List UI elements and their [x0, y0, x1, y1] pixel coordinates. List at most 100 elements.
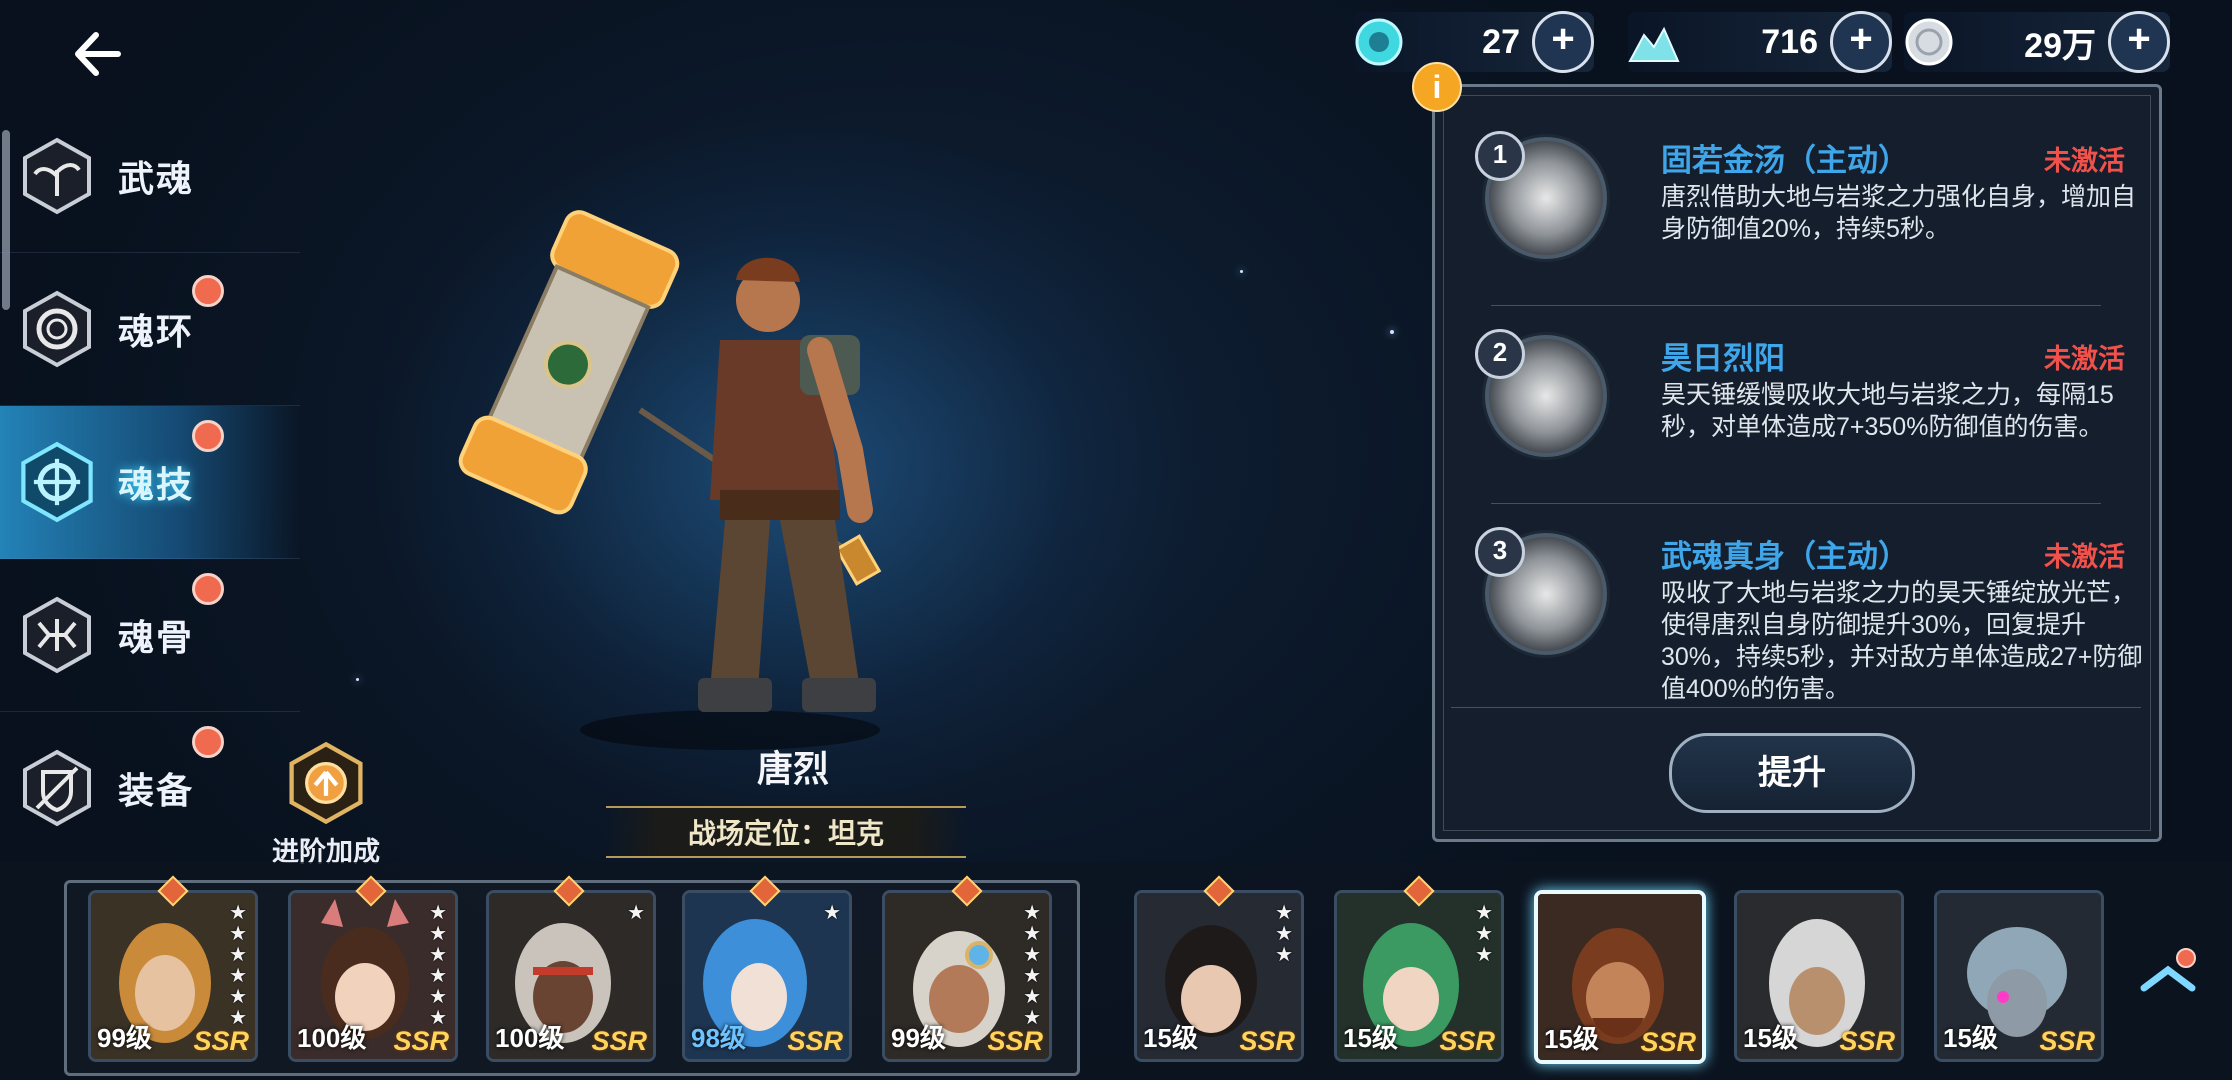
rarity-badge: SSR [787, 1026, 843, 1056]
hero-card-selected[interactable]: 15级 SSR [1534, 890, 1706, 1064]
background-star [1240, 270, 1243, 273]
hero-level: 100级 [495, 1023, 565, 1053]
divider [1451, 707, 2141, 708]
nav-item-zhuangbei[interactable]: 装备 [0, 712, 300, 864]
notification-dot [192, 275, 224, 307]
skill-number: 3 [1475, 527, 1525, 577]
back-arrow-icon [75, 32, 121, 76]
star-rating: ★ [627, 902, 645, 924]
skill-description: 唐烈借助大地与岩浆之力强化自身，增加自身防御值20%，持续5秒。 [1661, 183, 2137, 243]
notification-dot [192, 726, 224, 758]
nav-item-wuhun[interactable]: 武魂 [0, 100, 300, 253]
skill-status: 未激活 [2044, 542, 2125, 572]
hero-card[interactable]: ★ ★ ★ ★ ★ ★ 99级 SSR [882, 890, 1052, 1062]
star-rating: ★ ★ ★ ★ ★ ★ [229, 902, 247, 1029]
nav-item-label: 装备 [118, 770, 195, 811]
divider [1491, 305, 2101, 306]
nav-item-hunhuan[interactable]: 魂环 [0, 253, 300, 406]
hero-card[interactable]: ★ ★ ★ ★ ★ ★ 100级 SSR [288, 890, 458, 1062]
character-name: 唐烈 [756, 748, 829, 789]
skill-name: 武魂真身（主动） [1661, 539, 1909, 574]
skill-name: 昊日烈阳 [1661, 341, 1785, 376]
soul-skill-icon [14, 439, 100, 525]
hero-level: 99级 [891, 1023, 946, 1053]
background-star [356, 678, 359, 681]
skill-number: 2 [1475, 329, 1525, 379]
currency-value: 716 [1761, 22, 1818, 61]
rarity-badge: SSR [591, 1026, 647, 1056]
hero-card[interactable]: ★ 100级 SSR [486, 890, 656, 1062]
star-rating: ★ ★ ★ [1275, 902, 1293, 966]
hero-card[interactable]: 15级 SSR [1934, 890, 2104, 1062]
nav-item-label: 魂环 [118, 311, 195, 352]
skill-description: 吸收了大地与岩浆之力的昊天锤绽放光芒，使得唐烈自身防御提升30%，回复提升30%… [1661, 579, 2143, 703]
notification-dot [192, 420, 224, 452]
skill-item[interactable]: 2 昊日烈阳 未激活 昊天锤缓慢吸收大地与岩浆之力，每隔15秒，对单体造成7+3… [1475, 329, 2125, 457]
advance-arrow-icon [289, 741, 363, 825]
currency-diamond: 716 + [1628, 11, 1892, 73]
rarity-badge: SSR [987, 1026, 1043, 1056]
battle-role-bar: 战场定位：坦克 [606, 806, 966, 858]
nav-item-label: 武魂 [118, 158, 195, 199]
hero-level: 15级 [1544, 1024, 1599, 1054]
skill-panel: 1 固若金汤（主动） 未激活 唐烈借助大地与岩浆之力强化自身，增加自身防御值20… [1432, 84, 2162, 842]
back-button[interactable] [64, 26, 130, 82]
star-rating: ★ ★ ★ ★ ★ ★ [1023, 902, 1041, 1029]
diamond-pile-icon [1628, 26, 1680, 62]
side-nav: 武魂 魂环 魂技 魂骨 装备 [0, 100, 300, 864]
nav-item-hungu[interactable]: 魂骨 [0, 559, 300, 712]
info-icon[interactable]: i [1412, 62, 1462, 112]
hero-card[interactable]: ★ ★ ★ 15级 SSR [1334, 890, 1504, 1062]
skill-status: 未激活 [2044, 146, 2125, 176]
add-currency-button[interactable]: + [1532, 11, 1594, 73]
background-star [1390, 330, 1394, 334]
collapse-roster-button[interactable] [2138, 948, 2198, 998]
skill-number: 1 [1475, 131, 1525, 181]
hero-level: 15级 [1743, 1023, 1798, 1053]
skill-item[interactable]: 3 武魂真身（主动） 未激活 吸收了大地与岩浆之力的昊天锤绽放光芒，使得唐烈自身… [1475, 527, 2142, 703]
hero-level: 98级 [691, 1023, 746, 1053]
soul-crystal-icon [1355, 18, 1403, 66]
hero-card[interactable]: ★ 98级 SSR [682, 890, 852, 1062]
soul-bone-icon [14, 592, 100, 678]
nav-item-label: 魂技 [118, 464, 195, 505]
skill-item[interactable]: 1 固若金汤（主动） 未激活 唐烈借助大地与岩浆之力强化自身，增加自身防御值20… [1475, 131, 2136, 259]
rarity-badge: SSR [193, 1026, 249, 1056]
soul-ring-icon [14, 286, 100, 372]
silver-coin-icon [1905, 18, 1953, 66]
notification-dot [192, 573, 224, 605]
hero-level: 15级 [1143, 1023, 1198, 1053]
hero-level: 99级 [97, 1023, 152, 1053]
rarity-badge: SSR [2039, 1026, 2095, 1056]
currency-value: 27 [1482, 22, 1520, 61]
star-rating: ★ [823, 902, 841, 924]
star-rating: ★ ★ ★ [1475, 902, 1493, 966]
nav-item-hunji[interactable]: 魂技 [0, 406, 300, 559]
hero-level: 15级 [1343, 1023, 1398, 1053]
add-currency-button[interactable]: + [2108, 11, 2170, 73]
rarity-badge: SSR [1640, 1027, 1696, 1057]
rarity-badge: SSR [393, 1026, 449, 1056]
rarity-badge: SSR [1839, 1026, 1895, 1056]
advance-bonus-button[interactable]: 进阶加成 [264, 740, 388, 869]
chevron-up-icon [2140, 948, 2196, 992]
hero-card[interactable]: 15级 SSR [1734, 890, 1904, 1062]
currency-value: 29万 [2024, 26, 2096, 65]
equipment-icon [14, 745, 100, 831]
add-currency-button[interactable]: + [1830, 11, 1892, 73]
character-model[interactable] [440, 200, 960, 760]
skill-name: 固若金汤（主动） [1661, 143, 1909, 178]
hero-card[interactable]: ★ ★ ★ ★ ★ ★ 99级 SSR [88, 890, 258, 1062]
hero-card[interactable]: ★ ★ ★ 15级 SSR [1134, 890, 1304, 1062]
rarity-badge: SSR [1239, 1026, 1295, 1056]
currency-soul-crystal: 27 + [1354, 11, 1594, 73]
skill-status: 未激活 [2044, 344, 2125, 374]
hero-level: 100级 [297, 1023, 367, 1053]
currency-silver: 29万 + [1904, 11, 2170, 73]
rarity-badge: SSR [1439, 1026, 1495, 1056]
upgrade-button[interactable]: 提升 [1669, 733, 1915, 813]
hero-level: 15级 [1943, 1023, 1998, 1053]
skill-description: 昊天锤缓慢吸收大地与岩浆之力，每隔15秒，对单体造成7+350%防御值的伤害。 [1661, 381, 2114, 441]
plant-spirit-icon [14, 133, 100, 219]
battle-role-text: 战场定位：坦克 [687, 818, 884, 849]
